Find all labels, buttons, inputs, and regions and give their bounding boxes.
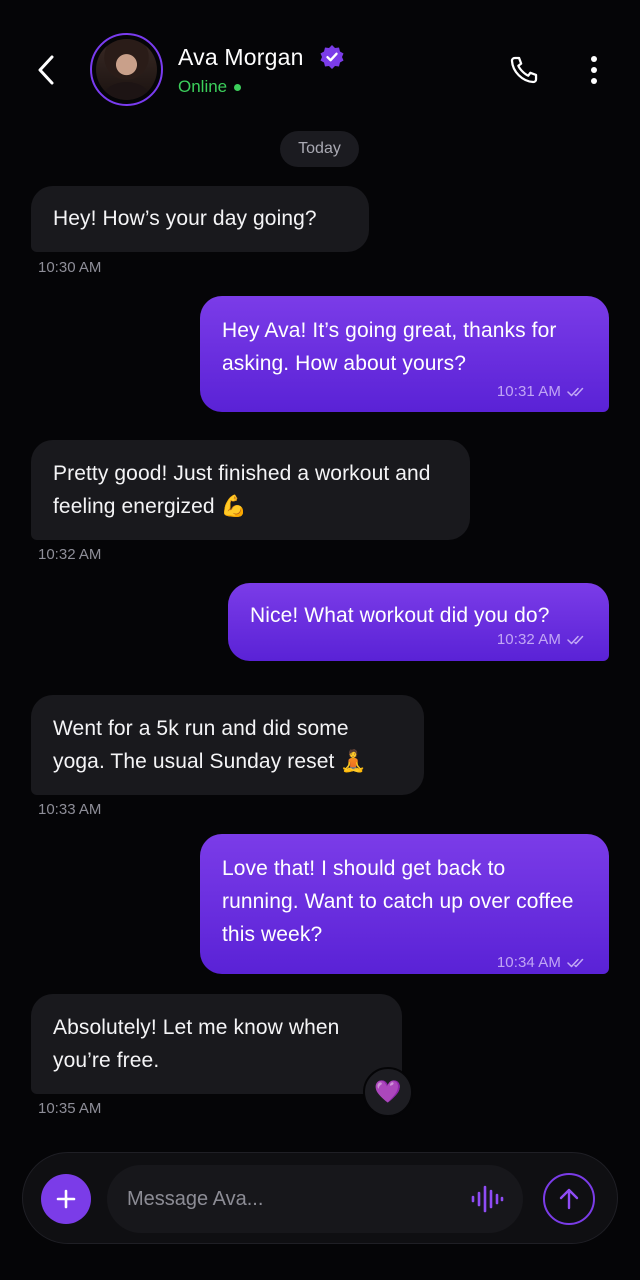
message-reaction[interactable]: 💜 (363, 1067, 413, 1117)
attach-button[interactable] (41, 1174, 91, 1224)
message-bubble-outgoing[interactable]: Nice! What workout did you do? 10:32 AM (228, 583, 609, 661)
status-label: Online (178, 77, 228, 96)
read-receipt-icon (567, 635, 584, 645)
message-meta: 10:34 AM (222, 953, 587, 973)
message-bubble-incoming[interactable]: Went for a 5k run and did some yoga. The… (31, 695, 424, 795)
more-vertical-icon (591, 56, 597, 84)
message-timestamp: 10:35 AM (38, 1100, 102, 1117)
online-dot-icon (234, 83, 242, 91)
avatar-photo (96, 39, 157, 100)
message-timestamp: 10:33 AM (38, 801, 102, 818)
plus-icon (56, 1189, 76, 1209)
message-timestamp: 10:32 AM (496, 631, 561, 648)
message-text: Pretty good! Just finished a workout and… (53, 462, 431, 518)
message-text: Hey! How’s your day going? (53, 207, 317, 230)
message-meta: 10:31 AM (222, 382, 587, 402)
call-button[interactable] (502, 50, 546, 90)
send-button[interactable] (543, 1173, 595, 1225)
message-timestamp: 10:34 AM (496, 954, 561, 971)
message-timestamp: 10:31 AM (496, 383, 561, 400)
message-timestamp: 10:32 AM (38, 546, 102, 563)
arrow-up-icon (559, 1188, 579, 1210)
message-text: Love that! I should get back to running.… (222, 857, 574, 946)
date-divider: Today (280, 131, 359, 167)
contact-avatar[interactable] (90, 33, 163, 106)
read-receipt-icon (567, 958, 584, 968)
message-text: Absolutely! Let me know when you’re free… (53, 1016, 340, 1072)
phone-icon (510, 56, 538, 84)
message-bubble-incoming[interactable]: Pretty good! Just finished a workout and… (31, 440, 470, 540)
message-bubble-outgoing[interactable]: Hey Ava! It’s going great, thanks for as… (200, 296, 609, 412)
message-timestamp: 10:30 AM (38, 259, 102, 276)
verified-badge-icon (320, 45, 344, 69)
back-button[interactable] (28, 48, 64, 92)
chevron-left-icon (38, 55, 54, 85)
chat-header: Ava Morgan Online (0, 0, 640, 130)
message-input[interactable] (127, 1165, 457, 1233)
contact-name[interactable]: Ava Morgan (178, 44, 304, 71)
message-text: Went for a 5k run and did some yoga. The… (53, 717, 367, 773)
message-bubble-outgoing[interactable]: Love that! I should get back to running.… (200, 834, 609, 974)
more-options-button[interactable] (580, 50, 608, 90)
purple-heart-icon: 💜 (374, 1079, 402, 1104)
message-meta: 10:32 AM (250, 630, 587, 650)
message-bubble-incoming[interactable]: Absolutely! Let me know when you’re free… (31, 994, 402, 1094)
message-input-container (107, 1165, 523, 1233)
audio-waveform-icon (471, 1185, 504, 1213)
message-text: Nice! What workout did you do? (250, 604, 550, 627)
voice-message-button[interactable] (469, 1183, 505, 1215)
read-receipt-icon (567, 387, 584, 397)
message-bubble-incoming[interactable]: Hey! How’s your day going? (31, 186, 369, 252)
message-composer (22, 1152, 618, 1244)
online-status: Online (178, 77, 242, 97)
message-text: Hey Ava! It’s going great, thanks for as… (222, 319, 557, 375)
